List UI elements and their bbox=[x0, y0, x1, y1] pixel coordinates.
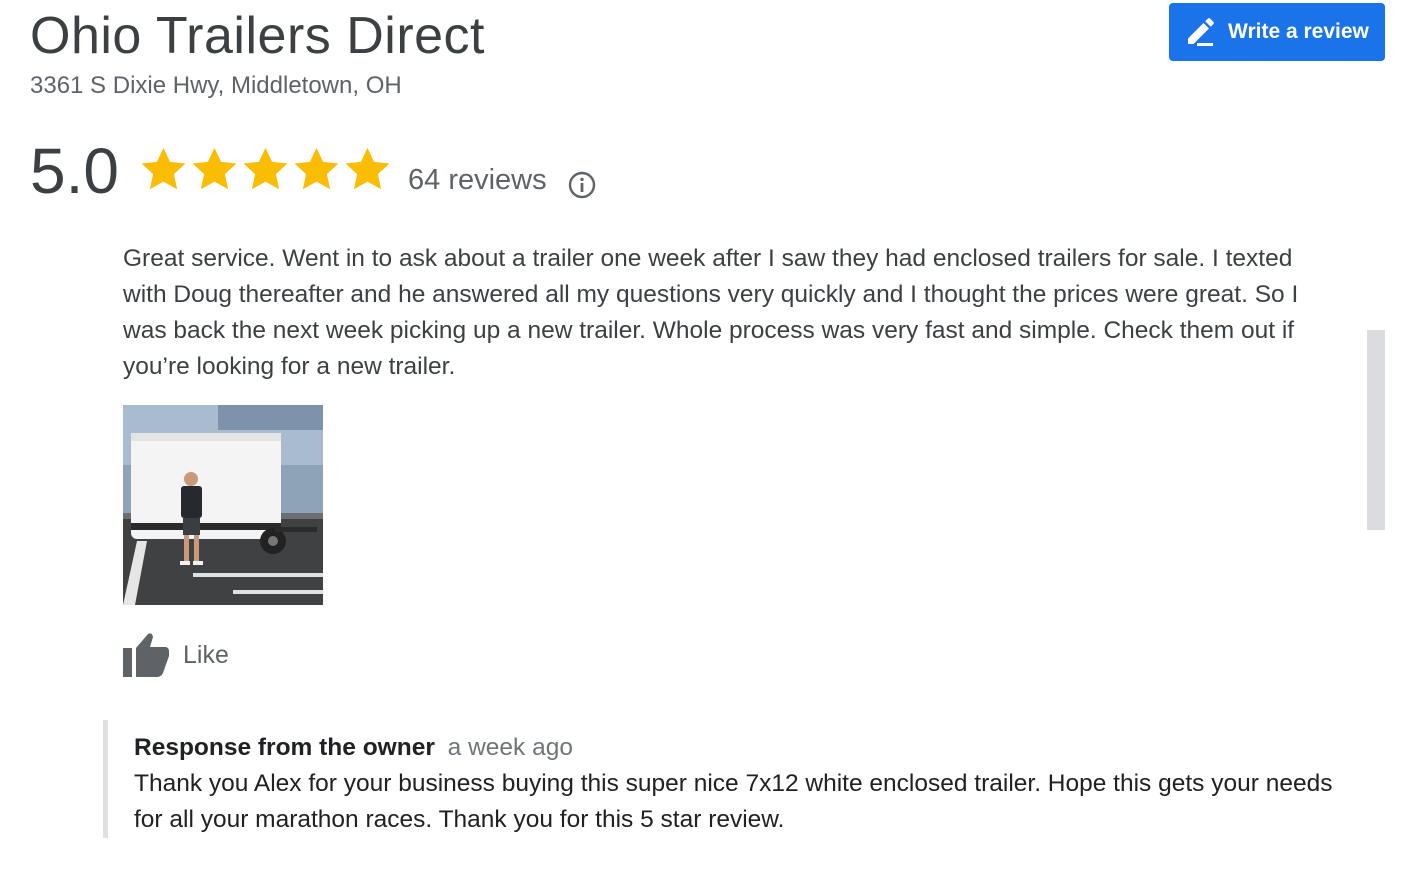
star-icon bbox=[294, 147, 339, 190]
write-review-button[interactable]: Write a review bbox=[1169, 3, 1385, 61]
rating-score: 5.0 bbox=[30, 135, 119, 207]
scrollbar-thumb[interactable] bbox=[1367, 330, 1385, 530]
owner-response-text: Thank you Alex for your business buying … bbox=[134, 770, 1333, 833]
star-icon bbox=[192, 147, 237, 190]
business-address: 3361 S Dixie Hwy, Middletown, OH bbox=[30, 72, 402, 99]
review-count[interactable]: 64 reviews bbox=[408, 164, 547, 197]
write-review-label: Write a review bbox=[1228, 20, 1369, 43]
owner-response-time: a week ago bbox=[447, 734, 573, 761]
review-page: Ohio Trailers Direct 3361 S Dixie Hwy, M… bbox=[0, 0, 1408, 870]
star-icon bbox=[345, 147, 390, 190]
thumbs-up-icon bbox=[123, 633, 169, 677]
owner-response-header: Response from the owner a week ago bbox=[134, 732, 1353, 764]
pencil-icon bbox=[1188, 18, 1214, 46]
owner-response-label: Response from the owner bbox=[134, 734, 435, 761]
like-button[interactable]: Like bbox=[122, 632, 229, 678]
like-label: Like bbox=[183, 640, 229, 669]
star-rating bbox=[138, 144, 393, 195]
review-text: Great service. Went in to ask about a tr… bbox=[123, 245, 1299, 380]
owner-response: Response from the owner a week ago Thank… bbox=[103, 720, 1353, 838]
info-icon[interactable] bbox=[567, 170, 597, 200]
business-name: Ohio Trailers Direct bbox=[30, 7, 485, 65]
star-icon bbox=[141, 147, 186, 190]
review-photo[interactable] bbox=[123, 405, 323, 605]
star-icon bbox=[243, 147, 288, 190]
